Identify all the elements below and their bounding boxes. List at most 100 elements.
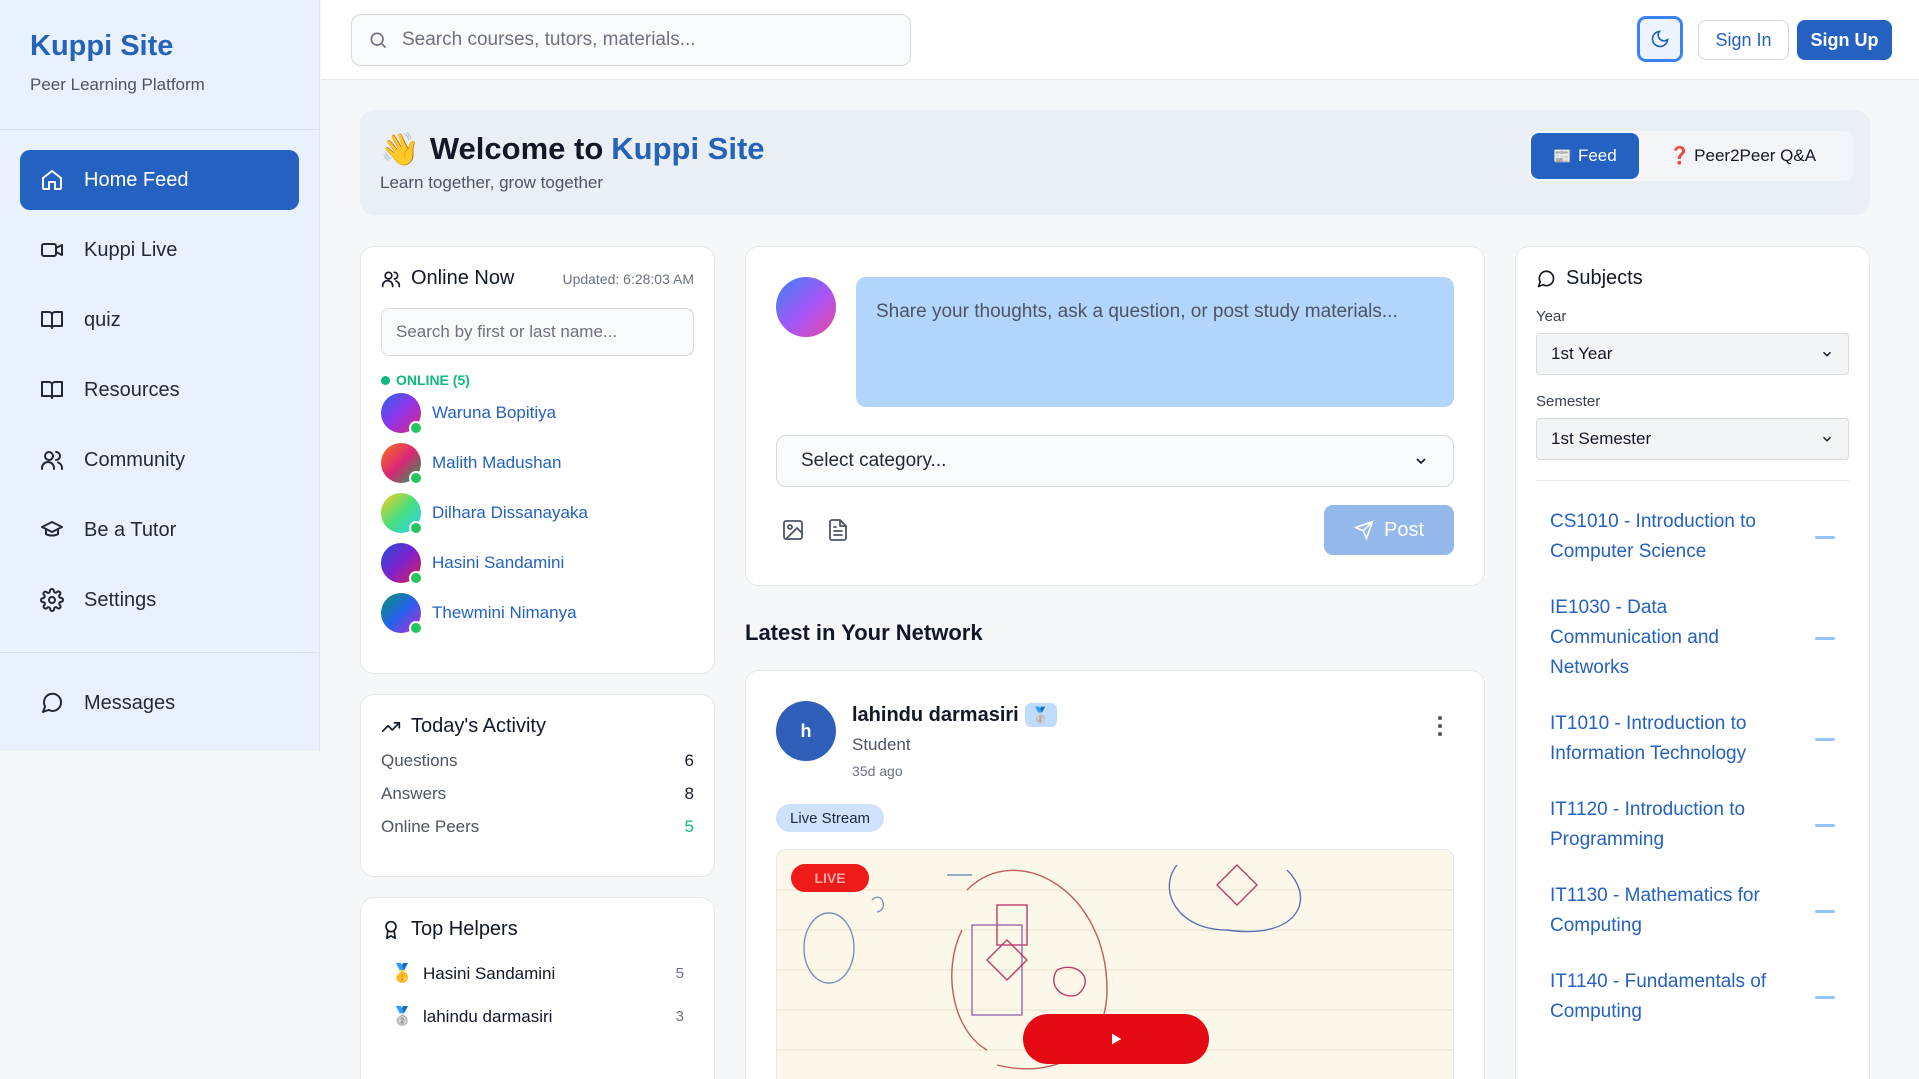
newspaper-icon: 📰	[1553, 148, 1572, 165]
sidebar-item-community[interactable]: Community	[20, 430, 299, 490]
activity-row: Answers 8	[381, 784, 694, 804]
post-author-name: lahindu darmasiri	[852, 703, 1019, 726]
sidebar-nav: Home Feed Kuppi Live quiz Resources Comm…	[0, 130, 319, 733]
sidebar-item-label: Settings	[84, 588, 157, 611]
welcome-title-prefix: Welcome to	[429, 131, 604, 166]
brand-title[interactable]: Kuppi Site	[30, 30, 289, 63]
subject-name: IT1120 - Introduction to Programming	[1550, 799, 1746, 850]
post-button[interactable]: Post	[1324, 505, 1454, 555]
live-badge: LIVE	[791, 864, 869, 892]
feed-post: h lahindu darmasiri 🥈 Student 35d ago Li…	[745, 670, 1485, 1079]
sidebar-item-label: quiz	[84, 308, 121, 331]
online-user-row[interactable]: Thewmini Nimanya	[381, 588, 694, 638]
subject-item[interactable]: IT1140 - Fundamentals of Computing	[1536, 967, 1849, 1027]
helper-name: Hasini Sandamini	[423, 963, 556, 983]
sidebar-item-label: Be a Tutor	[84, 518, 177, 541]
online-user-name[interactable]: Dilhara Dissanayaka	[432, 503, 588, 523]
gold-medal-icon: 🥇	[391, 963, 414, 983]
activity-label: Answers	[381, 784, 447, 803]
chevron-down-icon	[1822, 351, 1832, 357]
avatar[interactable]: h	[776, 701, 836, 761]
more-options-button[interactable]	[1430, 711, 1450, 741]
tab-peer2peer-qa[interactable]: ❓ Peer2Peer Q&A	[1651, 133, 1834, 179]
moon-icon	[1651, 30, 1669, 48]
subject-item[interactable]: IT1010 - Introduction to Information Tec…	[1536, 709, 1849, 769]
waving-hand-icon: 👋	[380, 131, 420, 167]
activity-value: 5	[684, 817, 694, 836]
sign-up-button[interactable]: Sign Up	[1797, 20, 1892, 60]
sidebar-item-be-a-tutor[interactable]: Be a Tutor	[20, 500, 299, 560]
online-user-row[interactable]: Waruna Bopitiya	[381, 388, 694, 438]
subject-item[interactable]: CS1010 - Introduction to Computer Scienc…	[1536, 507, 1849, 567]
sidebar-item-quiz[interactable]: quiz	[20, 290, 299, 350]
semester-select[interactable]: 1st Semester	[1536, 418, 1849, 460]
sidebar-item-settings[interactable]: Settings	[20, 570, 299, 630]
sidebar-item-label: Kuppi Live	[84, 238, 178, 261]
home-icon	[40, 168, 64, 192]
post-button-label: Post	[1383, 518, 1425, 541]
search-box[interactable]	[351, 14, 911, 66]
search-icon	[370, 32, 387, 49]
subject-item[interactable]: IT1120 - Introduction to Programming	[1536, 795, 1849, 855]
online-search-box[interactable]	[381, 308, 694, 356]
avatar	[776, 277, 836, 337]
online-status-icon	[409, 621, 423, 635]
online-user-row[interactable]: Hasini Sandamini	[381, 538, 694, 588]
online-user-row[interactable]: Dilhara Dissanayaka	[381, 488, 694, 538]
book-icon	[40, 378, 64, 402]
post-category-badge: Live Stream	[776, 804, 885, 832]
post-author[interactable]: lahindu darmasiri 🥈	[852, 703, 1057, 727]
sign-in-button[interactable]: Sign In	[1698, 20, 1789, 60]
helper-name: lahindu darmasiri	[423, 1006, 553, 1026]
helper-count: 3	[675, 1008, 684, 1025]
semester-label: Semester	[1536, 393, 1601, 410]
subject-name: IT1140 - Fundamentals of Computing	[1550, 971, 1767, 1022]
brand-subtitle: Peer Learning Platform	[30, 75, 205, 94]
subject-name: IE1030 - Data Communication and Networks	[1550, 597, 1719, 678]
online-user-name[interactable]: Waruna Bopitiya	[432, 403, 556, 423]
tab-label: Feed	[1577, 146, 1617, 165]
helper-row[interactable]: 🥈 lahindu darmasiri 3	[381, 1006, 694, 1027]
tab-feed[interactable]: 📰 Feed	[1531, 133, 1639, 179]
sidebar-item-messages[interactable]: Messages	[20, 673, 299, 733]
online-status-icon	[409, 521, 423, 535]
chevron-down-icon	[1822, 436, 1832, 442]
online-count-text: ONLINE (5)	[396, 372, 470, 388]
attach-image-button[interactable]	[778, 515, 808, 545]
video-embed[interactable]: LIVE	[776, 849, 1454, 1079]
sidebar-item-home-feed[interactable]: Home Feed	[20, 150, 299, 210]
avatar	[381, 543, 423, 585]
subject-item[interactable]: IE1030 - Data Communication and Networks	[1536, 593, 1849, 683]
online-user-name[interactable]: Malith Madushan	[432, 453, 561, 473]
card-title: Today's Activity	[411, 715, 546, 737]
search-input[interactable]	[402, 29, 882, 51]
card-title: Online Now	[411, 267, 515, 289]
tab-label: Peer2Peer Q&A	[1694, 146, 1817, 165]
online-status-icon	[409, 471, 423, 485]
brand: Kuppi Site Peer Learning Platform	[0, 0, 319, 130]
video-icon	[40, 238, 64, 262]
collapse-indicator	[1815, 909, 1835, 913]
top-helpers-card: Top Helpers 🥇 Hasini Sandamini 5 🥈 lahin…	[360, 897, 715, 1079]
post-timestamp: 35d ago	[852, 763, 903, 779]
attach-file-button[interactable]	[823, 515, 853, 545]
helper-row[interactable]: 🥇 Hasini Sandamini 5	[381, 963, 694, 984]
subject-item[interactable]: IT1130 - Mathematics for Computing	[1536, 881, 1849, 941]
online-user-row[interactable]: Malith Madushan	[381, 438, 694, 488]
trending-up-icon	[381, 721, 401, 732]
avatar	[381, 593, 423, 635]
divider	[0, 652, 319, 653]
online-user-name[interactable]: Thewmini Nimanya	[432, 603, 577, 623]
online-user-name[interactable]: Hasini Sandamini	[432, 553, 564, 573]
sidebar-item-kuppi-live[interactable]: Kuppi Live	[20, 220, 299, 280]
online-count-label: ONLINE (5)	[381, 372, 694, 388]
theme-toggle-button[interactable]	[1637, 16, 1683, 62]
online-search-input[interactable]	[396, 322, 679, 342]
card-header: Today's Activity	[381, 715, 694, 738]
year-select[interactable]: 1st Year	[1536, 333, 1849, 375]
category-select[interactable]: Select category...	[776, 435, 1454, 487]
sidebar-item-resources[interactable]: Resources	[20, 360, 299, 420]
semester-select-value: 1st Semester	[1551, 429, 1652, 448]
play-button[interactable]	[1023, 1014, 1209, 1064]
post-text-input[interactable]: Share your thoughts, ask a question, or …	[856, 277, 1454, 407]
